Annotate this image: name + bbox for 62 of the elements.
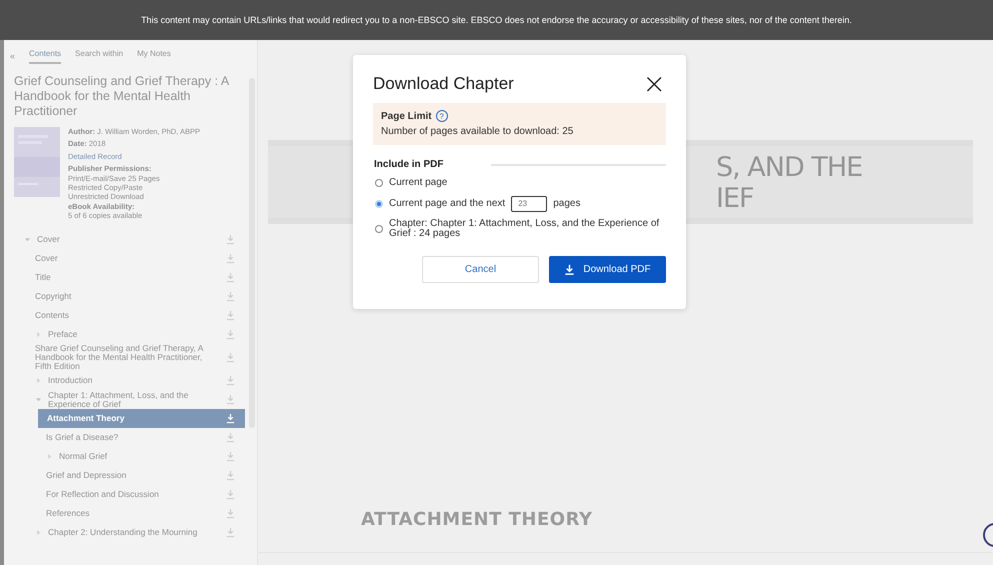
- toc-item[interactable]: References: [4, 504, 245, 524]
- download-button[interactable]: Download PDF: [549, 256, 666, 282]
- toc-item[interactable]: Preface: [4, 325, 245, 344]
- download-icon[interactable]: [226, 291, 235, 302]
- toc-item[interactable]: Attachment Theory: [38, 409, 245, 428]
- close-button[interactable]: ×: [642, 73, 666, 95]
- pages-input[interactable]: 23: [511, 196, 548, 212]
- toc-item[interactable]: Copyright: [4, 287, 245, 306]
- download-icon[interactable]: [226, 352, 235, 364]
- option-label: Current page: [389, 178, 448, 188]
- download-icon[interactable]: [226, 234, 235, 246]
- radio-button[interactable]: [375, 179, 383, 188]
- toc-item[interactable]: Normal Grief: [4, 447, 245, 466]
- section-label: Include in PDF: [374, 159, 444, 170]
- toc-item[interactable]: For Reflection and Discussion: [4, 485, 245, 504]
- radio-button[interactable]: [375, 225, 383, 233]
- toc-item[interactable]: Contents: [4, 306, 245, 326]
- option-label: Current page and the next: [389, 198, 506, 209]
- toc-item[interactable]: Grief and Depression: [4, 466, 245, 486]
- notice-text: Number of pages available to download: 25: [381, 126, 574, 137]
- toc-item[interactable]: Is Grief a Disease?: [4, 428, 245, 448]
- download-icon[interactable]: [226, 470, 235, 482]
- download-icon[interactable]: [226, 508, 235, 520]
- book-title: Grief Counseling and Grief Therapy : A Handbook for the Mental Health Practitioner: [13, 73, 230, 120]
- sidebar-tab[interactable]: Search within: [75, 48, 124, 64]
- option-label: pages: [553, 198, 580, 209]
- option-label: Chapter: Chapter 1: Attachment, Loss, and the Experience of Grief : 24 pages: [389, 218, 660, 240]
- toc-item[interactable]: Title: [4, 268, 245, 288]
- sidebar-tab[interactable]: My Notes: [137, 48, 171, 64]
- chapter-heading: S, AND THE: [716, 152, 862, 184]
- caret-icon[interactable]: [35, 529, 42, 536]
- download-icon[interactable]: [226, 527, 235, 538]
- download-icon[interactable]: [226, 489, 235, 500]
- download-icon[interactable]: [226, 394, 235, 406]
- toc-item[interactable]: Introduction: [4, 371, 245, 390]
- download-icon[interactable]: [226, 272, 235, 284]
- chapter-heading: IEF: [716, 183, 755, 214]
- toc-item[interactable]: Chapter 2: Understanding the Mourning: [4, 523, 245, 542]
- toc-item[interactable]: Cover: [4, 249, 245, 268]
- banner-text: This content may contain URLs/links that would redirect you to a non-EBSCO site. EBSCO does not endorse the accuracy or accessibility of these sites, nor of the content therein.: [141, 15, 852, 25]
- toc-item[interactable]: Cover: [4, 230, 245, 250]
- collapse-button[interactable]: «: [10, 51, 16, 61]
- help-button[interactable]: ?: [436, 110, 448, 122]
- section-heading: ATTACHMENT THEORY: [361, 509, 594, 530]
- toc-item[interactable]: Share Grief Counseling and Grief Therapy, A Handbook for the Mental Health Practitioner, Fifth Edition: [4, 344, 245, 372]
- download-icon[interactable]: [226, 451, 235, 462]
- toc-item[interactable]: Chapter 1: Attachment, Loss, and the Experience of Grief: [4, 390, 245, 410]
- download-icon[interactable]: [226, 432, 235, 444]
- caret-icon[interactable]: [35, 396, 42, 404]
- download-icon[interactable]: [226, 329, 235, 340]
- caret-icon[interactable]: [46, 453, 53, 460]
- notice-title: Page Limit: [381, 110, 432, 122]
- caret-icon[interactable]: [35, 331, 42, 338]
- caret-icon[interactable]: [24, 236, 31, 244]
- cancel-button[interactable]: Cancel: [422, 256, 539, 282]
- download-icon[interactable]: [226, 375, 235, 386]
- caret-icon[interactable]: [35, 377, 42, 384]
- download-icon[interactable]: [226, 310, 235, 322]
- download-icon: [564, 264, 576, 274]
- download-icon[interactable]: [226, 253, 235, 264]
- sidebar-tab[interactable]: Contents: [29, 48, 62, 64]
- dialog-title: Download Chapter: [373, 74, 514, 94]
